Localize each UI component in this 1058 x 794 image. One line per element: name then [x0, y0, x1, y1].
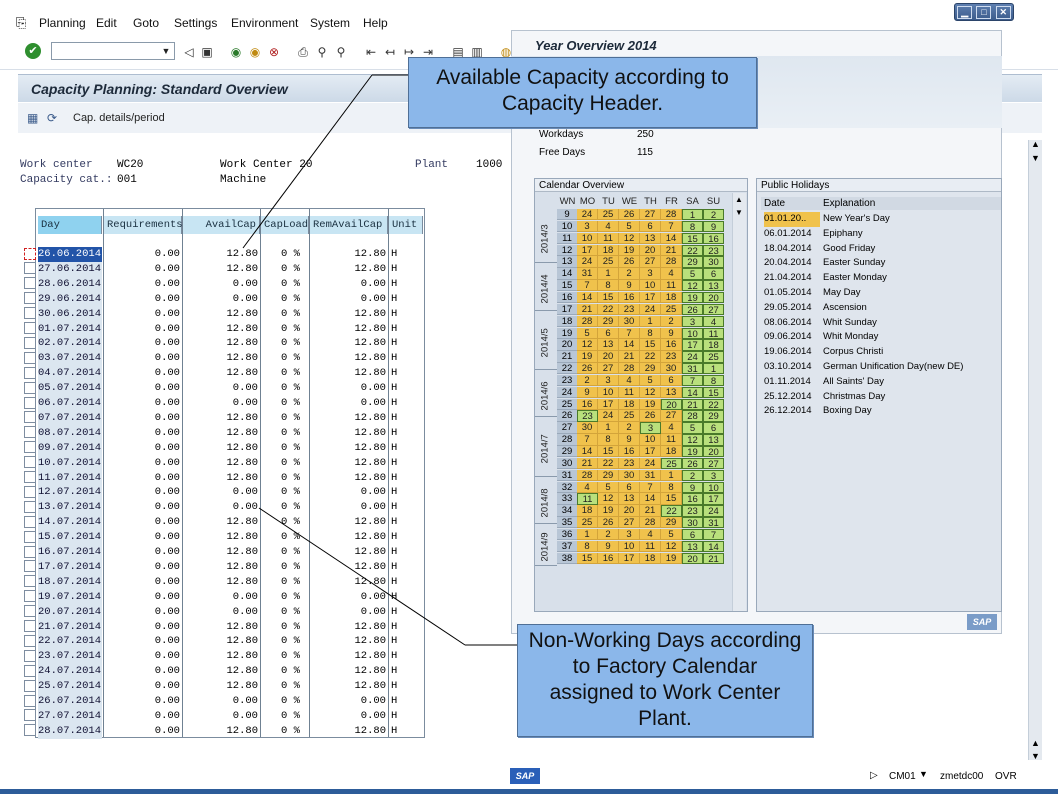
session-dropdown-icon[interactable]: ▼ [919, 769, 928, 779]
callout-available-capacity: Available Capacity according to Capacity… [408, 57, 757, 128]
session-id: CM01 [889, 771, 916, 782]
callout-non-working-days: Non-Working Days according to Factory Ca… [517, 624, 813, 737]
insert-mode: OVR [995, 771, 1017, 782]
callout-line-2b [258, 507, 466, 646]
sap-logo-status: SAP [510, 768, 540, 784]
callout-line-1b [242, 74, 373, 249]
status-arrow-icon[interactable]: ▷ [870, 770, 878, 781]
server-name: zmetdc00 [940, 771, 984, 782]
bottom-border [0, 789, 1058, 794]
